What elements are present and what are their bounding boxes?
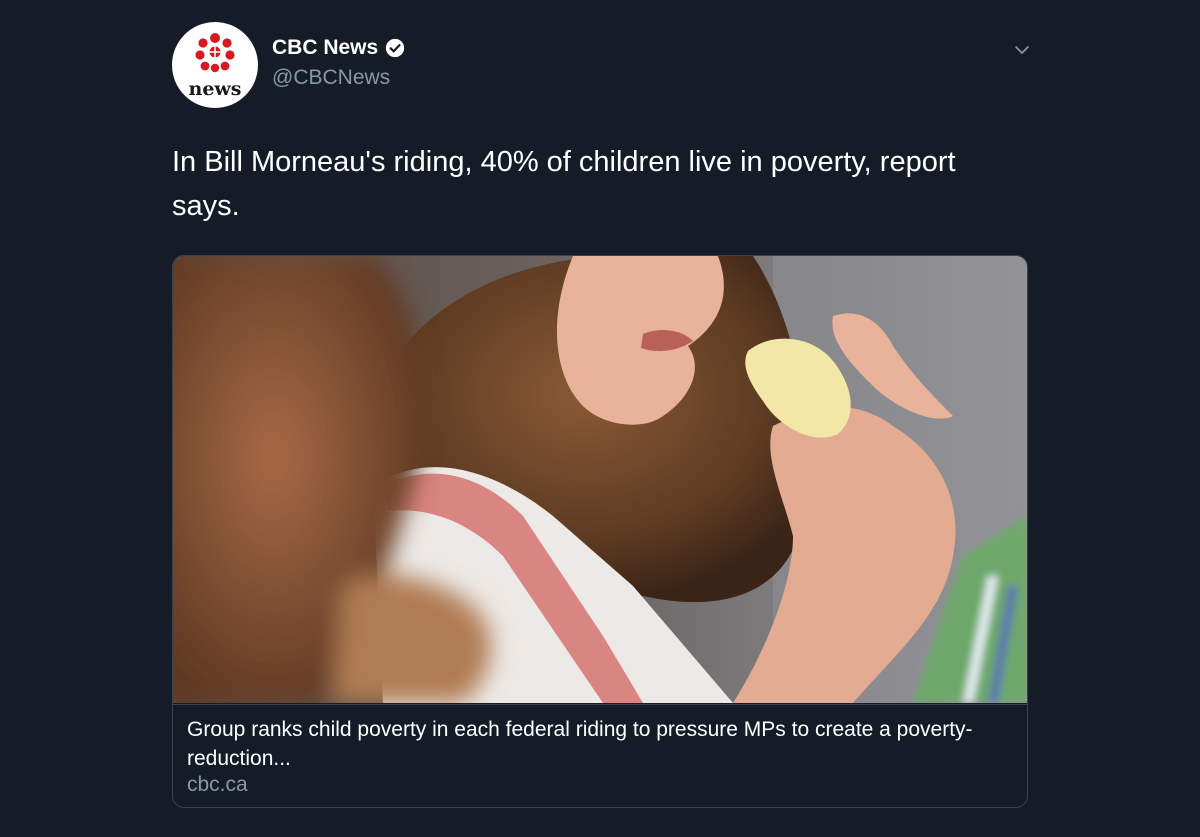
avatar[interactable]: news xyxy=(172,22,258,108)
account-handle[interactable]: @CBCNews xyxy=(272,66,390,90)
author-name-row: CBC News xyxy=(272,36,406,60)
display-name[interactable]: CBC News xyxy=(272,36,378,60)
card-domain: cbc.ca xyxy=(187,773,248,796)
card-text-area[interactable]: Group ranks child poverty in each federa… xyxy=(173,704,1027,807)
tweet-text: In Bill Morneau's riding, 40% of childre… xyxy=(172,146,956,222)
link-preview-card[interactable]: Group ranks child poverty in each federa… xyxy=(172,255,1028,808)
verified-badge-icon xyxy=(386,38,405,58)
card-photo xyxy=(173,256,1027,703)
avatar-logo-text: news xyxy=(188,78,242,100)
card-image[interactable] xyxy=(173,256,1027,703)
card-title[interactable]: Group ranks child poverty in each federa… xyxy=(187,715,1007,773)
chevron-down-icon[interactable] xyxy=(1012,40,1032,60)
tweet: news CBC News @CBCNews In Bill Morneau's… xyxy=(0,0,1200,837)
